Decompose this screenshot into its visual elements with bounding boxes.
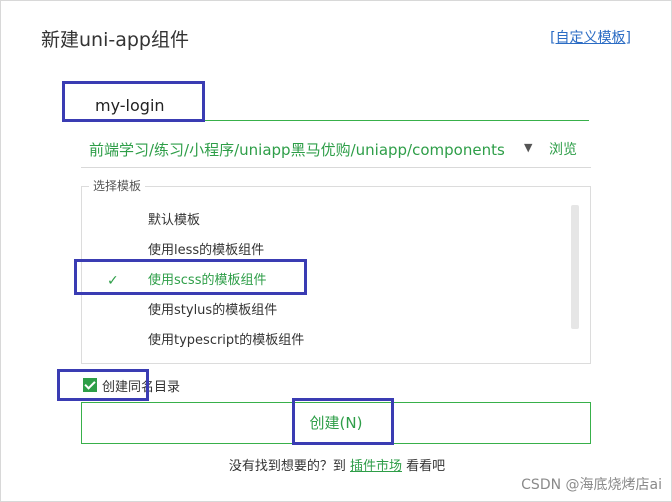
path-selector[interactable]: 前端学习/练习/小程序/uniapp黑马优购/uniapp/components…	[81, 133, 591, 168]
watermark: CSDN @海底烧烤店ai	[521, 477, 662, 493]
footer-suffix: 看看吧	[402, 459, 446, 474]
template-item-label: 使用stylus的模板组件	[148, 303, 278, 318]
custom-template-label: 自定义模板	[555, 30, 626, 46]
highlight-name-input	[62, 81, 205, 122]
template-item-label: 使用less的模板组件	[148, 243, 265, 258]
bracket-close: ]	[625, 30, 631, 46]
highlight-scss-template	[74, 259, 307, 295]
browse-button[interactable]: 浏览	[549, 139, 577, 159]
template-group-legend: 选择模板	[89, 177, 146, 194]
template-item-default[interactable]: 默认模板	[81, 206, 581, 236]
template-item-stylus[interactable]: 使用stylus的模板组件	[81, 296, 581, 326]
template-scrollbar[interactable]	[571, 205, 579, 329]
template-item-label: 默认模板	[148, 213, 201, 228]
highlight-create-button	[292, 398, 394, 445]
template-item-typescript[interactable]: 使用typescript的模板组件	[81, 326, 581, 356]
template-item-label: 使用typescript的模板组件	[148, 333, 305, 348]
footer-hint: 没有找到想要的？到 插件市场 看看吧	[1, 455, 672, 474]
plugin-market-link[interactable]: 插件市场	[350, 459, 402, 474]
custom-template-link[interactable]: [自定义模板]	[550, 27, 631, 47]
caret-down-icon[interactable]: ▼	[524, 141, 532, 154]
highlight-create-dir	[57, 369, 149, 401]
dialog-title: 新建uni-app组件	[41, 29, 189, 51]
path-value: 前端学习/练习/小程序/uniapp黑马优购/uniapp/components	[89, 141, 505, 159]
footer-prefix: 没有找到想要的？到	[228, 459, 350, 474]
